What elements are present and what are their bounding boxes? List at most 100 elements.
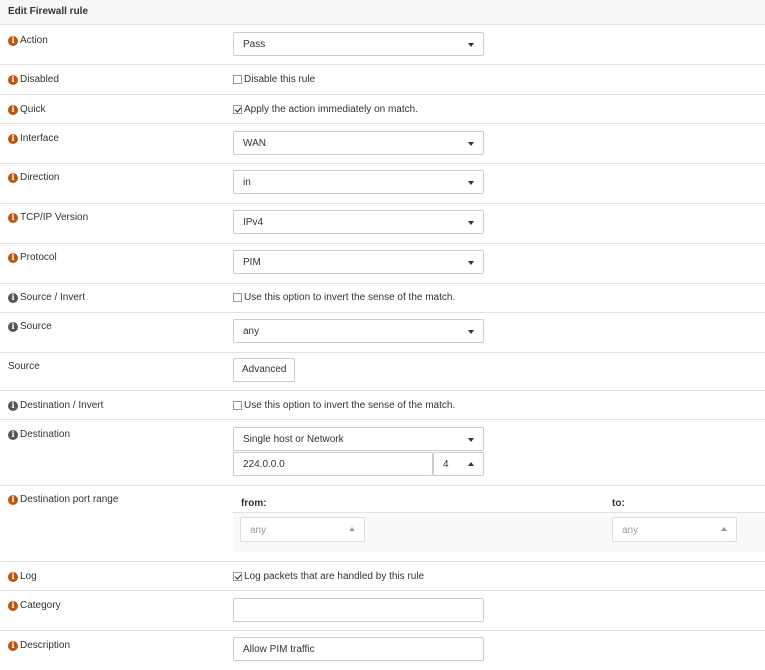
disabled-checkbox[interactable]: Disable this rule: [233, 74, 315, 85]
disabled-checkbox-label: Disable this rule: [244, 74, 316, 85]
info-icon[interactable]: [8, 494, 18, 505]
source-label: Source: [8, 321, 52, 332]
action-select[interactable]: Pass: [233, 32, 484, 56]
caret-up-icon: [721, 527, 727, 531]
row-action: Action Pass: [0, 25, 765, 65]
log-checkbox-label: Log packets that are handled by this rul…: [244, 571, 425, 582]
port-from-select[interactable]: any: [240, 517, 365, 542]
info-icon[interactable]: [8, 400, 18, 411]
direction-select[interactable]: in: [233, 170, 484, 194]
row-destination-invert: Destination / Invert Use this option to …: [0, 391, 765, 420]
form-title: Edit Firewall rule: [8, 6, 89, 17]
destination-label: Destination: [8, 429, 70, 440]
row-quick: Quick Apply the action immediately on ma…: [0, 95, 765, 124]
row-direction: Direction in: [0, 164, 765, 204]
destination-invert-label-text: Destination / Invert: [20, 400, 104, 411]
protocol-label-text: Protocol: [20, 252, 57, 263]
info-icon[interactable]: [8, 571, 18, 582]
destination-invert-checkbox-label: Use this option to invert the sense of t…: [244, 400, 456, 411]
info-icon[interactable]: [8, 133, 18, 144]
row-ip-version: TCP/IP Version IPv4: [0, 204, 765, 244]
direction-label: Direction: [8, 172, 59, 183]
row-interface: Interface WAN: [0, 124, 765, 164]
quick-checkbox-label: Apply the action immediately on match.: [244, 104, 418, 115]
caret-up-icon: [349, 527, 355, 531]
info-icon[interactable]: [8, 292, 18, 303]
destination-label-text: Destination: [20, 429, 71, 440]
dest-port-range-label-text: Destination port range: [20, 494, 119, 505]
interface-select[interactable]: WAN: [233, 131, 484, 155]
description-label-text: Description: [20, 640, 71, 651]
action-label-text: Action: [20, 35, 48, 46]
port-to-label: to:: [612, 498, 625, 509]
quick-label-text: Quick: [20, 104, 46, 115]
description-label: Description: [8, 640, 70, 651]
disabled-label-text: Disabled: [20, 74, 59, 85]
info-icon[interactable]: [8, 172, 18, 183]
log-checkbox[interactable]: Log packets that are handled by this rul…: [233, 571, 424, 582]
row-source-advanced: Source Advanced: [0, 353, 765, 391]
protocol-label: Protocol: [8, 252, 57, 263]
port-range-header: from: to:: [233, 486, 765, 513]
protocol-select[interactable]: PIM: [233, 250, 484, 274]
caret-down-icon: [468, 181, 474, 185]
log-checkbox-box[interactable]: [233, 572, 242, 581]
caret-down-icon: [468, 142, 474, 146]
quick-checkbox[interactable]: Apply the action immediately on match.: [233, 104, 418, 115]
dest-port-range-label: Destination port range: [8, 494, 118, 505]
info-icon[interactable]: [8, 429, 18, 440]
direction-label-text: Direction: [20, 172, 60, 183]
info-icon[interactable]: [8, 74, 18, 85]
row-log: Log Log packets that are handled by this…: [0, 562, 765, 591]
source-invert-checkbox[interactable]: Use this option to invert the sense of t…: [233, 292, 455, 303]
info-icon[interactable]: [8, 35, 18, 46]
row-protocol: Protocol PIM: [0, 244, 765, 284]
source-invert-label: Source / Invert: [8, 292, 85, 303]
ip-version-select[interactable]: IPv4: [233, 210, 484, 234]
action-select-value: Pass: [243, 39, 266, 50]
protocol-select-value: PIM: [243, 257, 261, 268]
destination-address-input[interactable]: 224.0.0.0: [233, 452, 433, 476]
info-icon[interactable]: [8, 321, 18, 332]
port-to-value: any: [622, 525, 639, 536]
destination-mask-value: 4: [443, 459, 449, 470]
caret-down-icon: [468, 43, 474, 47]
row-category: Category: [0, 591, 765, 631]
row-destination: Destination Single host or Network 224.0…: [0, 420, 765, 486]
info-icon[interactable]: [8, 600, 18, 611]
info-icon[interactable]: [8, 212, 18, 223]
form-header: Edit Firewall rule: [0, 0, 765, 25]
caret-down-icon: [468, 261, 474, 265]
caret-down-icon: [468, 221, 474, 225]
destination-invert-checkbox-box[interactable]: [233, 401, 242, 410]
source-label-text: Source: [20, 321, 52, 332]
row-source: Source any: [0, 313, 765, 353]
info-icon[interactable]: [8, 640, 18, 651]
info-icon[interactable]: [8, 252, 18, 263]
caret-down-icon: [468, 330, 474, 334]
port-to-select[interactable]: any: [612, 517, 737, 542]
quick-checkbox-box[interactable]: [233, 105, 242, 114]
advanced-button[interactable]: Advanced: [233, 358, 296, 382]
destination-mask-select[interactable]: 4: [433, 452, 484, 476]
log-label-text: Log: [20, 571, 37, 582]
info-icon[interactable]: [8, 104, 18, 115]
row-dest-port-range: Destination port range from: to: any any: [0, 486, 765, 562]
source-select[interactable]: any: [233, 319, 484, 343]
category-input[interactable]: [233, 598, 484, 622]
port-range-fields: any any: [233, 513, 765, 552]
disabled-checkbox-box[interactable]: [233, 75, 242, 84]
row-description: Description Allow PIM traffic: [0, 631, 765, 670]
port-from-value: any: [250, 525, 267, 536]
caret-up-icon: [468, 462, 474, 466]
destination-invert-checkbox[interactable]: Use this option to invert the sense of t…: [233, 400, 455, 411]
direction-select-value: in: [243, 177, 251, 188]
interface-select-value: WAN: [243, 138, 266, 149]
source-invert-label-text: Source / Invert: [20, 292, 86, 303]
destination-invert-label: Destination / Invert: [8, 400, 103, 411]
destination-type-select[interactable]: Single host or Network: [233, 427, 484, 451]
row-source-invert: Source / Invert Use this option to inver…: [0, 284, 765, 313]
description-input[interactable]: Allow PIM traffic: [233, 637, 484, 661]
ip-version-select-value: IPv4: [243, 217, 264, 228]
source-invert-checkbox-box[interactable]: [233, 293, 242, 302]
